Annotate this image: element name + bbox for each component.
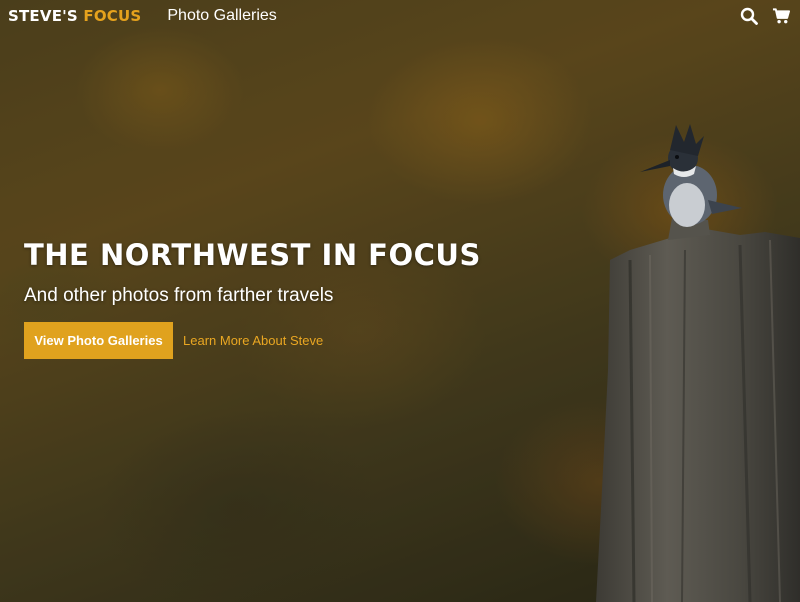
cart-icon[interactable] xyxy=(772,7,790,25)
nav-photo-galleries-link[interactable]: Photo Galleries xyxy=(167,7,276,25)
learn-more-about-steve-link[interactable]: Learn More About Steve xyxy=(183,333,323,348)
search-icon[interactable] xyxy=(740,7,758,25)
site-logo[interactable]: STEVE'S FOCUS xyxy=(8,7,141,25)
logo-text-accent: FOCUS xyxy=(83,7,142,25)
view-photo-galleries-button[interactable]: View Photo Galleries xyxy=(24,322,173,359)
hero-headline: THE NORTHWEST IN FOCUS xyxy=(24,238,481,272)
kingfisher-on-post-image xyxy=(596,124,800,602)
logo-text-white: STEVE'S xyxy=(8,7,78,25)
hero-subheadline: And other photos from farther travels xyxy=(24,285,334,306)
top-navbar: STEVE'S FOCUS Photo Galleries xyxy=(0,0,800,32)
nav-icons xyxy=(740,7,790,25)
